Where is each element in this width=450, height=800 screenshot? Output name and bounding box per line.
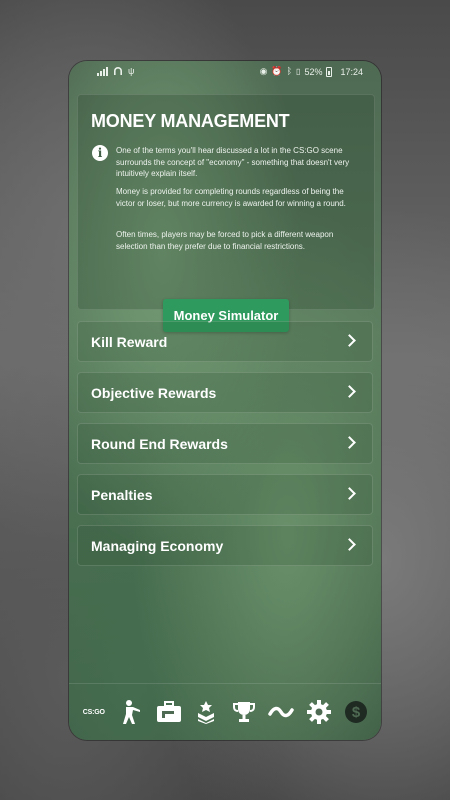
tab-stats[interactable] — [266, 697, 296, 727]
tab-ranks[interactable] — [191, 697, 221, 727]
briefcase-gun-icon — [156, 701, 181, 722]
app-window: ψ ◉ ⏰ ᛒ ▯ 52% 17:24 MONEY MANAGEMENT i O… — [69, 61, 381, 740]
tab-soldier[interactable] — [116, 697, 146, 727]
page-title: MONEY MANAGEMENT — [91, 111, 290, 131]
status-left: ψ — [97, 66, 134, 76]
list-item-label: Kill Reward — [91, 333, 168, 350]
trophy-icon — [232, 702, 255, 722]
chevron-right-icon — [343, 538, 356, 551]
soldier-icon — [123, 700, 141, 724]
list-item-kill-reward[interactable]: Kill Reward — [77, 321, 373, 362]
battery-percent: 52% — [304, 66, 323, 77]
svg-text:$: $ — [352, 704, 361, 721]
list-item-penalties[interactable]: Penalties — [77, 474, 373, 515]
topic-list: Kill Reward Objective Rewards Round End … — [77, 321, 373, 576]
clock: 17:24 — [340, 66, 363, 77]
csgo-logo-icon: CS:GO — [82, 708, 105, 716]
vibrate-icon: ▯ — [296, 67, 301, 76]
status-bar: ψ ◉ ⏰ ᛒ ▯ 52% 17:24 — [69, 61, 381, 83]
list-item-label: Objective Rewards — [91, 384, 217, 401]
list-item-label: Managing Economy — [91, 537, 224, 554]
money-info-card: MONEY MANAGEMENT i One of the terms you'… — [77, 94, 375, 332]
list-item-label: Penalties — [91, 486, 153, 503]
tab-tournaments[interactable] — [229, 697, 259, 727]
info-paragraph-2: Money is provided for completing rounds … — [116, 187, 346, 208]
list-item-label: Round End Rewards — [91, 435, 228, 452]
chevron-right-icon — [343, 487, 356, 500]
list-item-managing-economy[interactable]: Managing Economy — [77, 525, 373, 566]
tab-csgo[interactable]: CS:GO — [79, 697, 109, 727]
tab-loadout[interactable] — [154, 697, 184, 727]
wave-icon — [268, 706, 294, 718]
bluetooth-icon: ᛒ — [286, 66, 293, 76]
chevron-right-icon — [343, 436, 356, 449]
status-right: ◉ ⏰ ᛒ ▯ 52% 17:24 — [260, 66, 363, 77]
alarm-icon: ⏰ — [271, 66, 283, 76]
chevron-right-icon — [343, 385, 356, 398]
usb-icon: ψ — [128, 66, 135, 76]
list-item-round-end-rewards[interactable]: Round End Rewards — [77, 423, 373, 464]
signal-icon — [97, 66, 108, 76]
bottom-tab-bar: CS:GO $ — [69, 683, 381, 740]
tab-money[interactable]: $ — [341, 697, 371, 727]
tab-settings[interactable] — [304, 697, 334, 727]
wifi-icon — [114, 67, 122, 75]
info-paragraph-3: Often times, players may be forced to pi… — [116, 230, 334, 251]
rank-chevron-icon — [198, 701, 215, 724]
eye-icon: ◉ — [259, 66, 268, 76]
gear-icon — [306, 700, 331, 724]
dollar-icon: $ — [345, 701, 368, 723]
battery-icon — [326, 66, 333, 77]
list-item-objective-rewards[interactable]: Objective Rewards — [77, 372, 373, 413]
info-paragraph-1: One of the terms you'll hear discussed a… — [116, 146, 350, 178]
info-icon: i — [92, 145, 108, 161]
chevron-right-icon — [343, 334, 356, 347]
